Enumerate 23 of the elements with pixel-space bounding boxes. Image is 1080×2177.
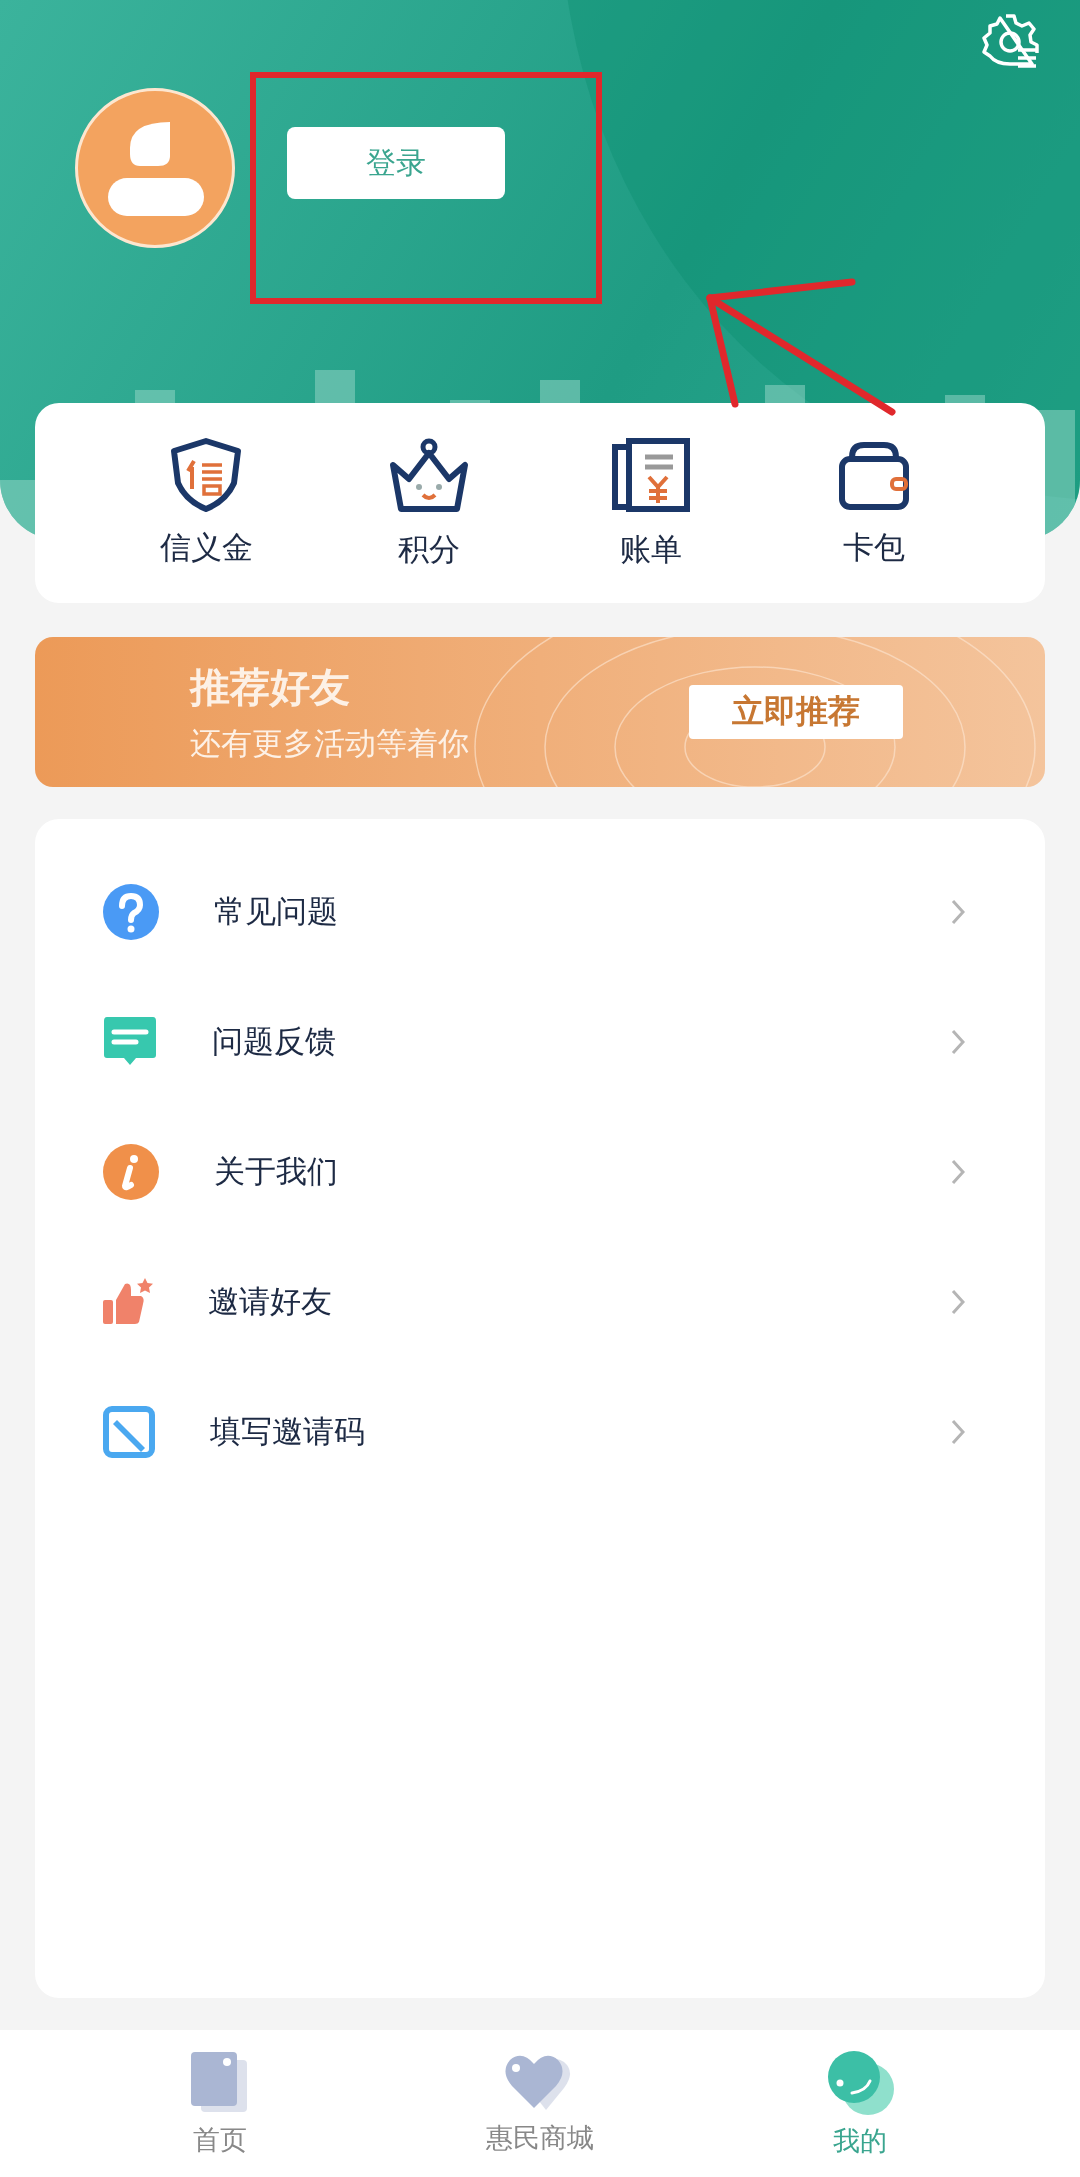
question-icon bbox=[103, 884, 159, 940]
thumbs-up-icon bbox=[103, 1278, 153, 1326]
menu-item-label[interactable]: 问题反馈 bbox=[212, 1021, 951, 1063]
edit-icon bbox=[103, 1406, 155, 1458]
chevron-right-icon bbox=[951, 1029, 965, 1055]
quick-action-label[interactable]: 卡包 bbox=[842, 527, 905, 569]
tab-item[interactable]: 首页 bbox=[60, 2030, 380, 2177]
quick-action-label[interactable]: 积分 bbox=[397, 529, 460, 571]
quick-action-label[interactable]: 账单 bbox=[620, 529, 683, 571]
banner-title: 推荐好友 bbox=[190, 662, 351, 712]
info-icon bbox=[103, 1144, 159, 1200]
menu-item-label[interactable]: 关于我们 bbox=[214, 1151, 951, 1193]
quick-action-label[interactable]: 信义金 bbox=[159, 527, 253, 569]
menu-item-label[interactable]: 填写邀请码 bbox=[210, 1411, 951, 1453]
chevron-right-icon bbox=[951, 899, 965, 925]
chevron-right-icon bbox=[951, 1419, 965, 1445]
smile-icon bbox=[826, 2048, 894, 2117]
tab-item[interactable]: 惠民商城 bbox=[380, 2030, 700, 2177]
menu-item-label[interactable]: 常见问题 bbox=[214, 891, 951, 933]
menu-item-label[interactable]: 邀请好友 bbox=[208, 1281, 951, 1323]
banner-subtitle: 还有更多活动等着你 bbox=[190, 723, 469, 763]
chevron-right-icon bbox=[951, 1159, 965, 1185]
chevron-right-icon bbox=[951, 1289, 965, 1315]
